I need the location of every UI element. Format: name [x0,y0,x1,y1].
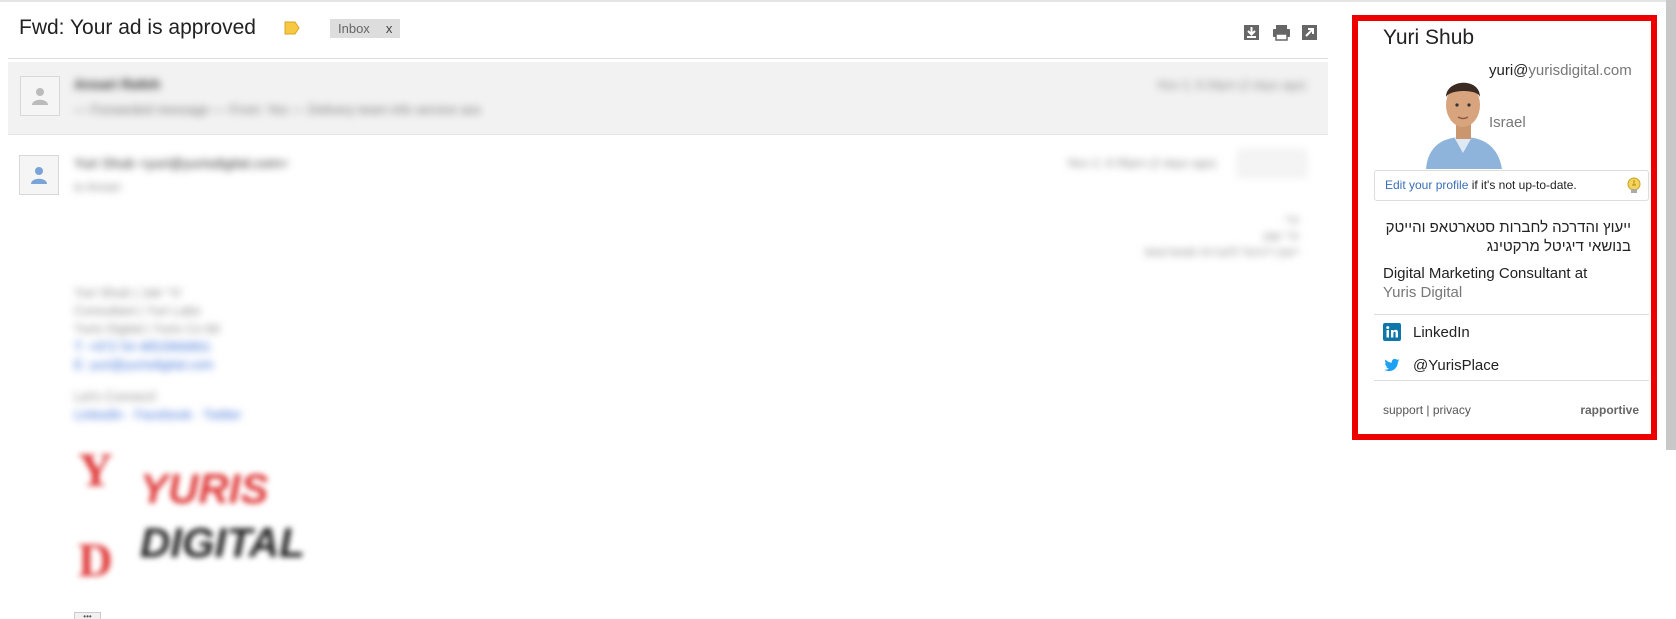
footer-links: support | privacy [1383,403,1471,417]
sidebar-divider [1374,314,1649,315]
person-icon [31,167,47,184]
new-window-icon[interactable] [1301,24,1318,41]
edit-profile-suffix: if it's not up-to-date. [1468,178,1577,192]
footer-separator: | [1423,403,1433,417]
logo-letter: D [78,534,113,587]
email-domain: yurisdigital.com [1528,62,1632,79]
privacy-link[interactable]: privacy [1433,403,1471,417]
download-icon[interactable] [1243,24,1260,41]
contact-occupation: Digital Marketing Consultant at Yuris Di… [1383,264,1643,302]
rapportive-sidebar: Yuri Shub yuri@yurisdigital.com Israel E… [1352,15,1657,440]
contact-location: Israel [1489,114,1526,131]
message-body-rtl: יורי יורי שוב ייעוץ דיגיטל לחברות סטארטא… [1144,212,1300,260]
edit-profile-notice: Edit your profile if it's not up-to-date… [1374,170,1649,201]
twitter-label: @YurisPlace [1413,356,1500,374]
message-date: Nov 2, 6:35pm (2 days ago) [1068,156,1217,170]
rapportive-brand[interactable]: rapportive [1580,403,1639,417]
lightbulb-icon [1624,176,1644,196]
contact-email[interactable]: yuri@yurisdigital.com [1489,61,1639,80]
edit-profile-link[interactable]: Edit your profile [1385,178,1468,192]
linkedin-label: LinkedIn [1413,323,1470,341]
sidebar-footer: support | privacy rapportive [1383,403,1639,417]
message-snippet: — Forwarded message — From: Yes — Delive… [74,102,481,117]
body-line: יורי שוב [1261,229,1300,243]
logo-letter: Y [78,444,113,497]
scrollbar[interactable] [1666,0,1676,450]
logo-line2: DIGITAL [140,519,305,566]
message-sender: Ansari Rafeh [74,76,161,92]
linkedin-icon [1383,323,1401,341]
sender-avatar [19,155,59,195]
twitter-icon [1383,356,1401,374]
important-label-icon[interactable] [284,21,300,35]
signature-email[interactable]: E: yuri@yurisdigital.com [74,356,241,374]
collapsed-message[interactable]: Ansari Rafeh — Forwarded message — From:… [8,62,1328,135]
subject-actions [1243,24,1318,41]
reply-button[interactable] [1238,150,1306,177]
signature-line: Consultant | Yuri Labs [74,303,201,318]
occupation-title: Digital Marketing Consultant at [1383,265,1588,282]
email-local-part: yuri@ [1489,62,1529,79]
signature-line: Yuris Digital | Yuris Co ltd [74,321,220,336]
linkedin-link[interactable]: LinkedIn [1383,323,1470,341]
signature-social-links[interactable]: LinkedIn · Facebook · Twitter [74,406,241,424]
inbox-label-chip: Inbox x [330,18,401,38]
occupation-company[interactable]: Yuris Digital [1383,283,1643,302]
inbox-label-text: Inbox [338,20,370,36]
contact-bio: ייעוץ והדרכה לחברות סטארטאפ והייטק בנושא… [1385,219,1631,255]
yuris-digital-logo: Y D YURIS DIGITAL [78,444,305,587]
logo-line1: YURIS [140,465,269,512]
sender-avatar [20,76,60,116]
thread-divider [8,58,1328,59]
subject-row: Fwd: Your ad is approved Inbox x [19,16,401,40]
remove-label-button[interactable]: x [386,19,393,38]
body-line: יורי [1284,213,1300,227]
body-line: ייעוץ דיגיטל לחברות סטארטאפ [1144,245,1300,259]
email-subject: Fwd: Your ad is approved [19,16,256,39]
signature-phone[interactable]: T: +972 54 4852866861 [74,338,241,356]
person-icon [32,88,48,105]
sidebar-divider [1374,380,1649,381]
message-recipient[interactable]: to Ansari [74,180,121,194]
signature-connect: Let's Connect! [74,389,157,404]
message-date: Nov 2, 6:34pm (2 days ago) [1157,78,1306,92]
contact-name: Yuri Shub [1383,26,1475,49]
support-link[interactable]: support [1383,403,1423,417]
email-signature: Yuri Shub | יורי שוב Consultant | Yuri L… [74,284,241,424]
show-trimmed-content-button[interactable]: ••• [74,612,101,619]
print-icon[interactable] [1272,24,1290,41]
message-sender: Yuri Shub <yuri@yurisdigital.com> [74,155,289,171]
twitter-link[interactable]: @YurisPlace [1383,356,1499,374]
email-thread: Fwd: Your ad is approved Inbox x Ansari … [0,2,1335,619]
signature-line: Yuri Shub | יורי שוב [74,285,183,300]
